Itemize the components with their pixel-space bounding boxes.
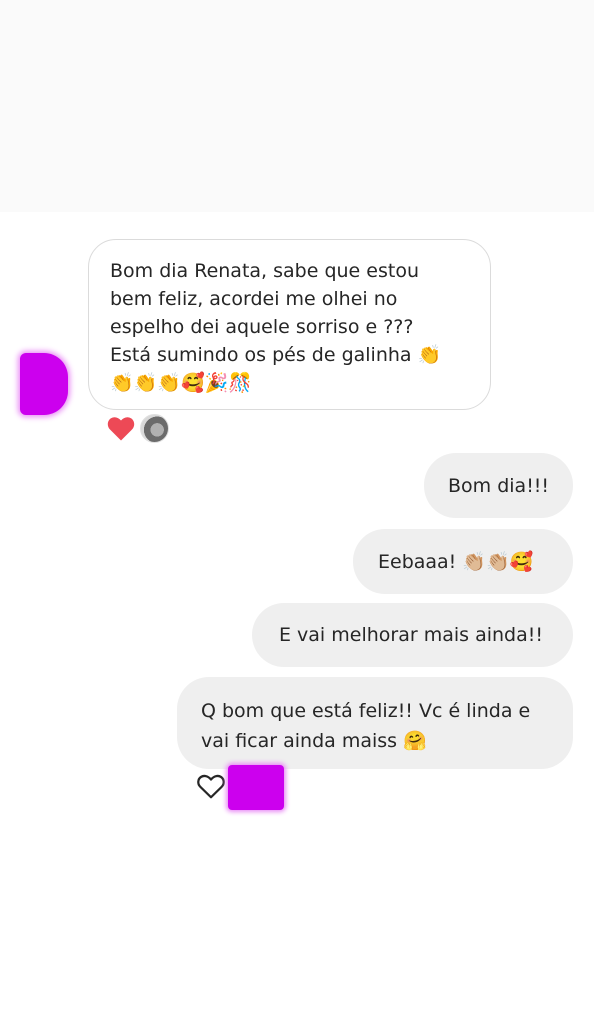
- message-text: Eebaaa! 👏🏼👏🏼🥰: [378, 551, 534, 573]
- message-line: 👏👏👏🥰🎉🎊: [110, 372, 252, 394]
- message-line: bem feliz, acordei me olhei no: [110, 288, 398, 310]
- outgoing-message-bubble[interactable]: E vai melhorar mais ainda!!: [252, 603, 573, 667]
- outgoing-message-bubble[interactable]: Bom dia!!!: [424, 453, 573, 518]
- message-line: vai ficar ainda maiss 🤗: [201, 730, 427, 752]
- outgoing-message-bubble[interactable]: Q bom que está feliz!! Vc é linda e vai …: [177, 677, 573, 769]
- incoming-message-bubble[interactable]: Bom dia Renata, sabe que estou bem feliz…: [88, 239, 491, 410]
- reactor-avatar[interactable]: [140, 414, 169, 443]
- message-line: espelho dei aquele sorriso e ???: [110, 316, 414, 338]
- sender-avatar[interactable]: [20, 353, 68, 415]
- message-line: Q bom que está feliz!! Vc é linda e: [201, 700, 531, 722]
- message-text: E vai melhorar mais ainda!!: [279, 624, 543, 646]
- header-area: [0, 0, 594, 212]
- message-text: Bom dia!!!: [448, 475, 550, 497]
- message-line: Está sumindo os pés de galinha 👏: [110, 344, 442, 366]
- outgoing-message-bubble[interactable]: Eebaaa! 👏🏼👏🏼🥰: [353, 529, 573, 594]
- message-line: Bom dia Renata, sabe que estou: [110, 260, 419, 282]
- own-avatar: [228, 765, 284, 810]
- red-heart-icon[interactable]: [106, 414, 136, 442]
- outline-heart-icon[interactable]: [196, 772, 226, 800]
